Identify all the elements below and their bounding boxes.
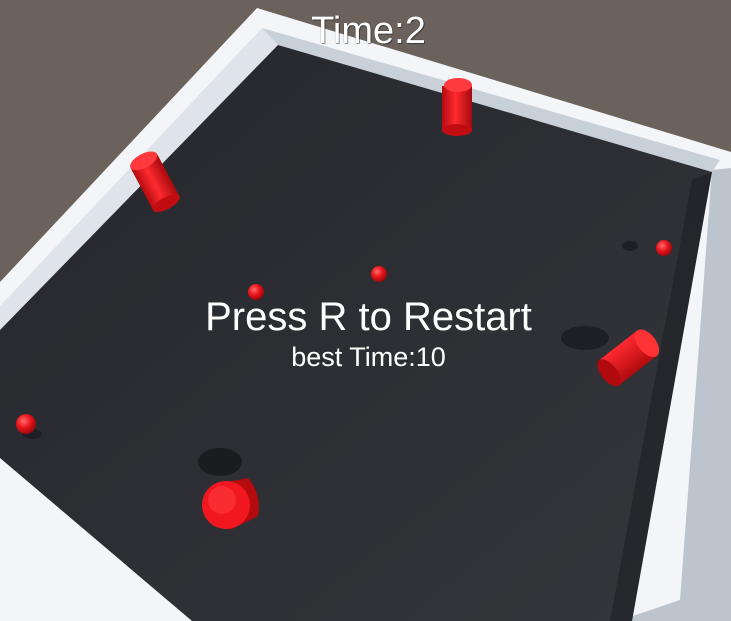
red-sphere [656, 240, 672, 256]
best-time-label: best Time:10 [291, 342, 446, 372]
time-label: Time:2 [311, 10, 426, 52]
game-viewport[interactable]: Time:2 Press R to Restart best Time:10 [0, 0, 731, 621]
red-cylinder [442, 78, 472, 136]
red-sphere [16, 414, 36, 434]
cylinder-shadow [198, 448, 242, 476]
red-sphere [371, 266, 387, 282]
sphere-shadow [622, 241, 638, 251]
restart-prompt: Press R to Restart [205, 295, 532, 339]
